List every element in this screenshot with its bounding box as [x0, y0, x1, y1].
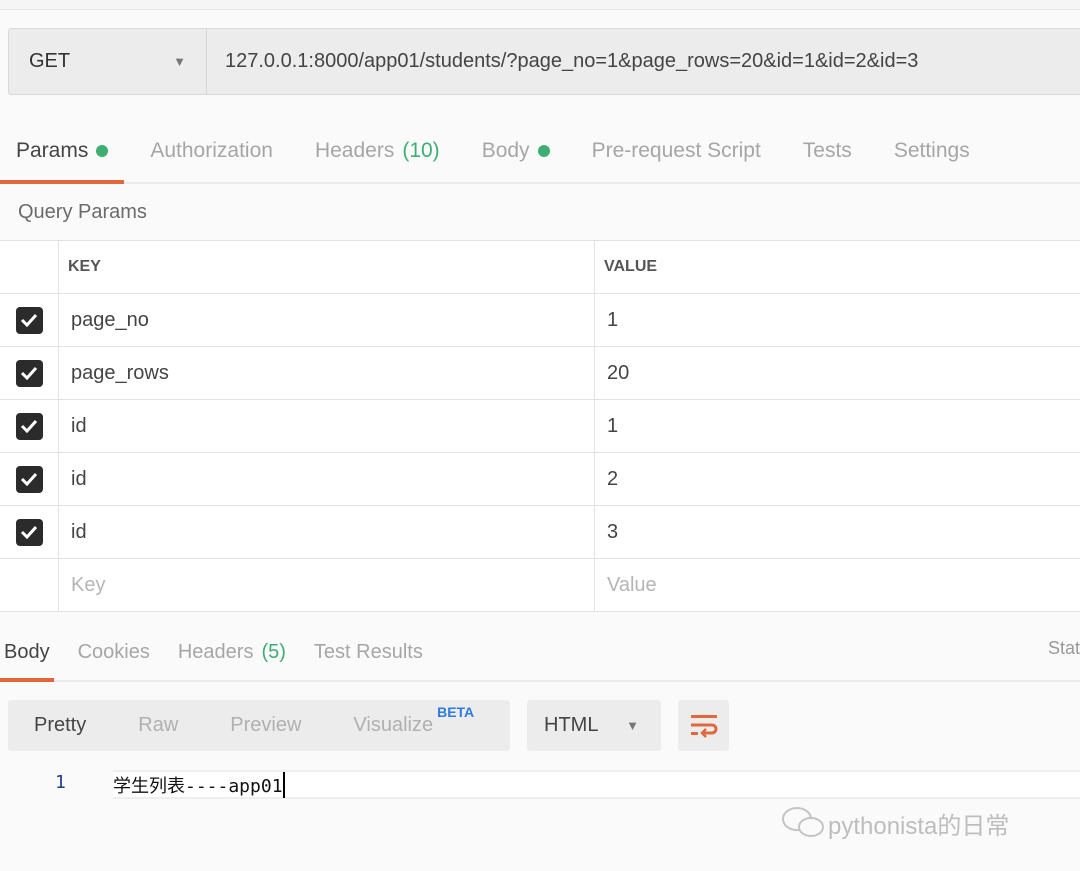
checkmark-icon: [20, 313, 38, 327]
tab-label: Tests: [802, 139, 852, 162]
tab-test-results[interactable]: Test Results: [310, 625, 427, 680]
text-cursor: [282, 771, 285, 798]
checkbox-cell: [0, 347, 59, 399]
tab-authorization[interactable]: Authorization: [134, 120, 289, 182]
checkbox-cell: [0, 453, 59, 505]
response-tabs: Body Cookies Headers (5) Test Results: [0, 625, 1080, 682]
response-editor[interactable]: 学生列表----app01: [113, 770, 1080, 799]
chevron-down-icon: ▼: [173, 54, 186, 69]
method-label: GET: [29, 50, 71, 72]
tab-body[interactable]: Body: [466, 120, 566, 182]
params-table: KEY VALUE page_no 1 page_rows 20 id 1 id…: [0, 240, 1080, 612]
tab-params[interactable]: Params: [0, 120, 125, 184]
param-value[interactable]: 2: [595, 453, 1080, 505]
format-select[interactable]: HTML ▼: [527, 700, 661, 751]
value-header: VALUE: [604, 258, 658, 275]
format-label: HTML: [544, 714, 599, 736]
param-key[interactable]: page_no: [59, 294, 595, 346]
visualize-label: Visualize: [353, 714, 434, 736]
checkbox-cell: [0, 506, 59, 558]
headers-count: (10): [402, 139, 440, 162]
wechat-icon: [782, 807, 824, 837]
checkmark-icon: [20, 472, 38, 486]
tab-response-headers[interactable]: Headers (5): [174, 625, 290, 680]
param-key[interactable]: id: [59, 400, 595, 452]
top-strip: [0, 0, 1080, 10]
tab-settings[interactable]: Settings: [878, 120, 986, 182]
query-params-title: Query Params: [18, 201, 147, 223]
param-value[interactable]: 1: [595, 294, 1080, 346]
beta-badge: BETA: [437, 704, 475, 720]
response-text: 学生列表----app01: [113, 775, 283, 797]
view-mode-group: Pretty Raw Preview VisualizeBETA: [8, 700, 510, 751]
checkbox-cell: [0, 400, 59, 452]
param-value[interactable]: 1: [595, 400, 1080, 452]
status-dot-icon: [537, 145, 550, 157]
raw-button[interactable]: Raw: [138, 714, 178, 737]
table-row: page_rows 20: [0, 347, 1080, 400]
status-dot-icon: [96, 145, 109, 157]
checkbox[interactable]: [15, 306, 43, 334]
header-spacer: [0, 241, 59, 293]
table-row: id 1: [0, 400, 1080, 453]
value-input[interactable]: Value: [595, 559, 1080, 611]
tab-label: Params: [16, 139, 89, 162]
watermark: pythonista的日常: [780, 805, 1009, 841]
param-key[interactable]: page_rows: [59, 347, 595, 399]
checkbox[interactable]: [15, 359, 43, 387]
checkbox-cell: [0, 294, 59, 346]
checkbox[interactable]: [15, 412, 43, 440]
table-row: id 2: [0, 453, 1080, 506]
headers-count: (5): [261, 641, 286, 663]
param-key[interactable]: id: [59, 453, 595, 505]
checkbox[interactable]: [15, 465, 43, 493]
tab-label: Pre-request Script: [591, 139, 761, 162]
watermark-text: pythonista的日常: [828, 812, 1010, 840]
tab-response-body[interactable]: Body: [0, 625, 54, 682]
param-value[interactable]: 3: [595, 506, 1080, 558]
table-header: KEY VALUE: [0, 241, 1080, 294]
key-header: KEY: [59, 241, 595, 293]
tab-cookies[interactable]: Cookies: [74, 625, 154, 680]
key-input[interactable]: Key: [59, 559, 595, 611]
tab-headers[interactable]: Headers (10): [299, 120, 456, 182]
table-row: page_no 1: [0, 294, 1080, 347]
wrap-lines-button[interactable]: [678, 700, 729, 751]
line-number: 1: [55, 772, 66, 793]
chevron-down-icon: ▼: [626, 718, 639, 733]
request-bar: GET ▼ 127.0.0.1:8000/app01/students/?pag…: [8, 28, 1080, 95]
preview-button[interactable]: Preview: [230, 714, 301, 737]
tab-tests[interactable]: Tests: [787, 120, 868, 182]
tab-label: Authorization: [150, 139, 273, 162]
empty-cell: [0, 559, 59, 611]
checkmark-icon: [20, 525, 38, 539]
checkbox[interactable]: [15, 518, 43, 546]
tab-pre-request-script[interactable]: Pre-request Script: [576, 120, 777, 182]
method-select[interactable]: GET ▼: [9, 29, 207, 94]
visualize-button[interactable]: VisualizeBETA: [353, 704, 474, 737]
request-tabs: Params Authorization Headers (10) Body Pr…: [0, 120, 1080, 184]
param-value[interactable]: 20: [595, 347, 1080, 399]
tab-label: Headers: [177, 641, 254, 663]
wrap-icon: [690, 714, 717, 738]
new-param-row: Key Value: [0, 559, 1080, 612]
tab-label: Headers: [314, 139, 395, 162]
table-row: id 3: [0, 506, 1080, 559]
status-label: Stat: [1048, 638, 1080, 658]
pretty-button[interactable]: Pretty: [34, 714, 86, 737]
param-key[interactable]: id: [59, 506, 595, 558]
checkmark-icon: [20, 419, 38, 433]
tab-label: Settings: [893, 139, 970, 162]
url-input[interactable]: 127.0.0.1:8000/app01/students/?page_no=1…: [207, 50, 918, 73]
checkmark-icon: [20, 366, 38, 380]
tab-label: Body: [481, 139, 530, 162]
